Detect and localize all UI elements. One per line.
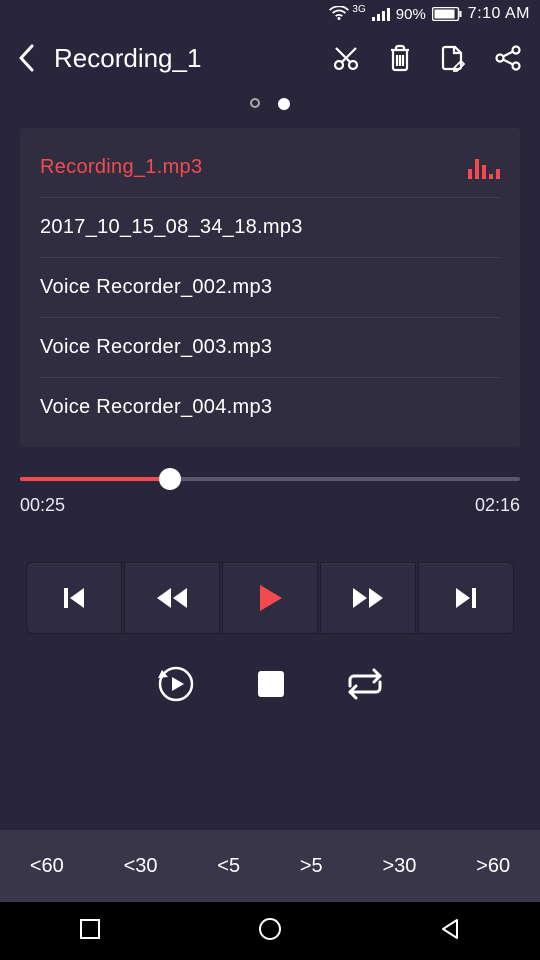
list-item[interactable]: 2017_10_15_08_34_18.mp3 — [40, 198, 500, 258]
wifi-icon — [329, 6, 349, 22]
time-labels: 00:25 02:16 — [20, 495, 520, 516]
skip-back-5[interactable]: <5 — [217, 855, 240, 878]
delete-button[interactable] — [388, 44, 412, 72]
pager-dot-1[interactable] — [278, 98, 290, 110]
list-item[interactable]: Voice Recorder_003.mp3 — [40, 318, 500, 378]
file-name-label: Voice Recorder_003.mp3 — [40, 336, 272, 359]
list-item[interactable]: Voice Recorder_002.mp3 — [40, 258, 500, 318]
nav-home-button[interactable] — [258, 917, 282, 946]
seek-area: 00:25 02:16 — [20, 477, 520, 516]
app-header: Recording_1 — [0, 28, 540, 88]
skip-next-button[interactable] — [418, 562, 514, 634]
file-name-label: Voice Recorder_004.mp3 — [40, 396, 272, 419]
skip-amounts-row: <60 <30 <5 >5 >30 >60 — [0, 830, 540, 902]
network-type-label: 3G — [352, 4, 365, 15]
file-name-label: 2017_10_15_08_34_18.mp3 — [40, 216, 303, 239]
skip-fwd-30[interactable]: >30 — [382, 855, 416, 878]
secondary-controls — [0, 664, 540, 709]
total-label: 02:16 — [475, 495, 520, 516]
file-name-label: Recording_1.mp3 — [40, 156, 202, 179]
equalizer-icon — [468, 157, 500, 179]
recordings-list: Recording_1.mp3 2017_10_15_08_34_18.mp3 … — [20, 128, 520, 447]
skip-fwd-60[interactable]: >60 — [476, 855, 510, 878]
repeat-button[interactable] — [346, 668, 384, 705]
signal-icon — [372, 7, 390, 21]
pager-dots — [0, 98, 540, 110]
replay-button[interactable] — [156, 664, 196, 709]
battery-pct-label: 90% — [396, 6, 426, 23]
list-item[interactable]: Recording_1.mp3 — [40, 138, 500, 198]
transport-controls — [26, 562, 514, 634]
nav-back-button[interactable] — [439, 918, 461, 945]
skip-back-30[interactable]: <30 — [124, 855, 158, 878]
battery-icon — [432, 7, 462, 21]
share-button[interactable] — [494, 44, 522, 72]
status-bar: 3G 90% 7:10 AM — [0, 0, 540, 28]
back-button[interactable] — [18, 44, 34, 72]
seek-slider[interactable] — [20, 477, 520, 481]
page-title: Recording_1 — [54, 43, 316, 74]
system-nav-bar — [0, 902, 540, 960]
skip-back-60[interactable]: <60 — [30, 855, 64, 878]
clock-label: 7:10 AM — [468, 5, 530, 23]
cut-button[interactable] — [332, 44, 360, 72]
file-name-label: Voice Recorder_002.mp3 — [40, 276, 272, 299]
seek-fill — [20, 477, 170, 481]
skip-fwd-5[interactable]: >5 — [300, 855, 323, 878]
stop-button[interactable] — [256, 669, 286, 704]
play-button[interactable] — [222, 562, 318, 634]
rename-button[interactable] — [440, 44, 466, 72]
list-item[interactable]: Voice Recorder_004.mp3 — [40, 378, 500, 437]
skip-previous-button[interactable] — [26, 562, 122, 634]
seek-thumb[interactable] — [159, 468, 181, 490]
header-actions — [332, 44, 522, 72]
nav-recent-button[interactable] — [79, 918, 101, 945]
pager-dot-0[interactable] — [250, 98, 260, 108]
elapsed-label: 00:25 — [20, 495, 65, 516]
fast-forward-button[interactable] — [320, 562, 416, 634]
rewind-button[interactable] — [124, 562, 220, 634]
